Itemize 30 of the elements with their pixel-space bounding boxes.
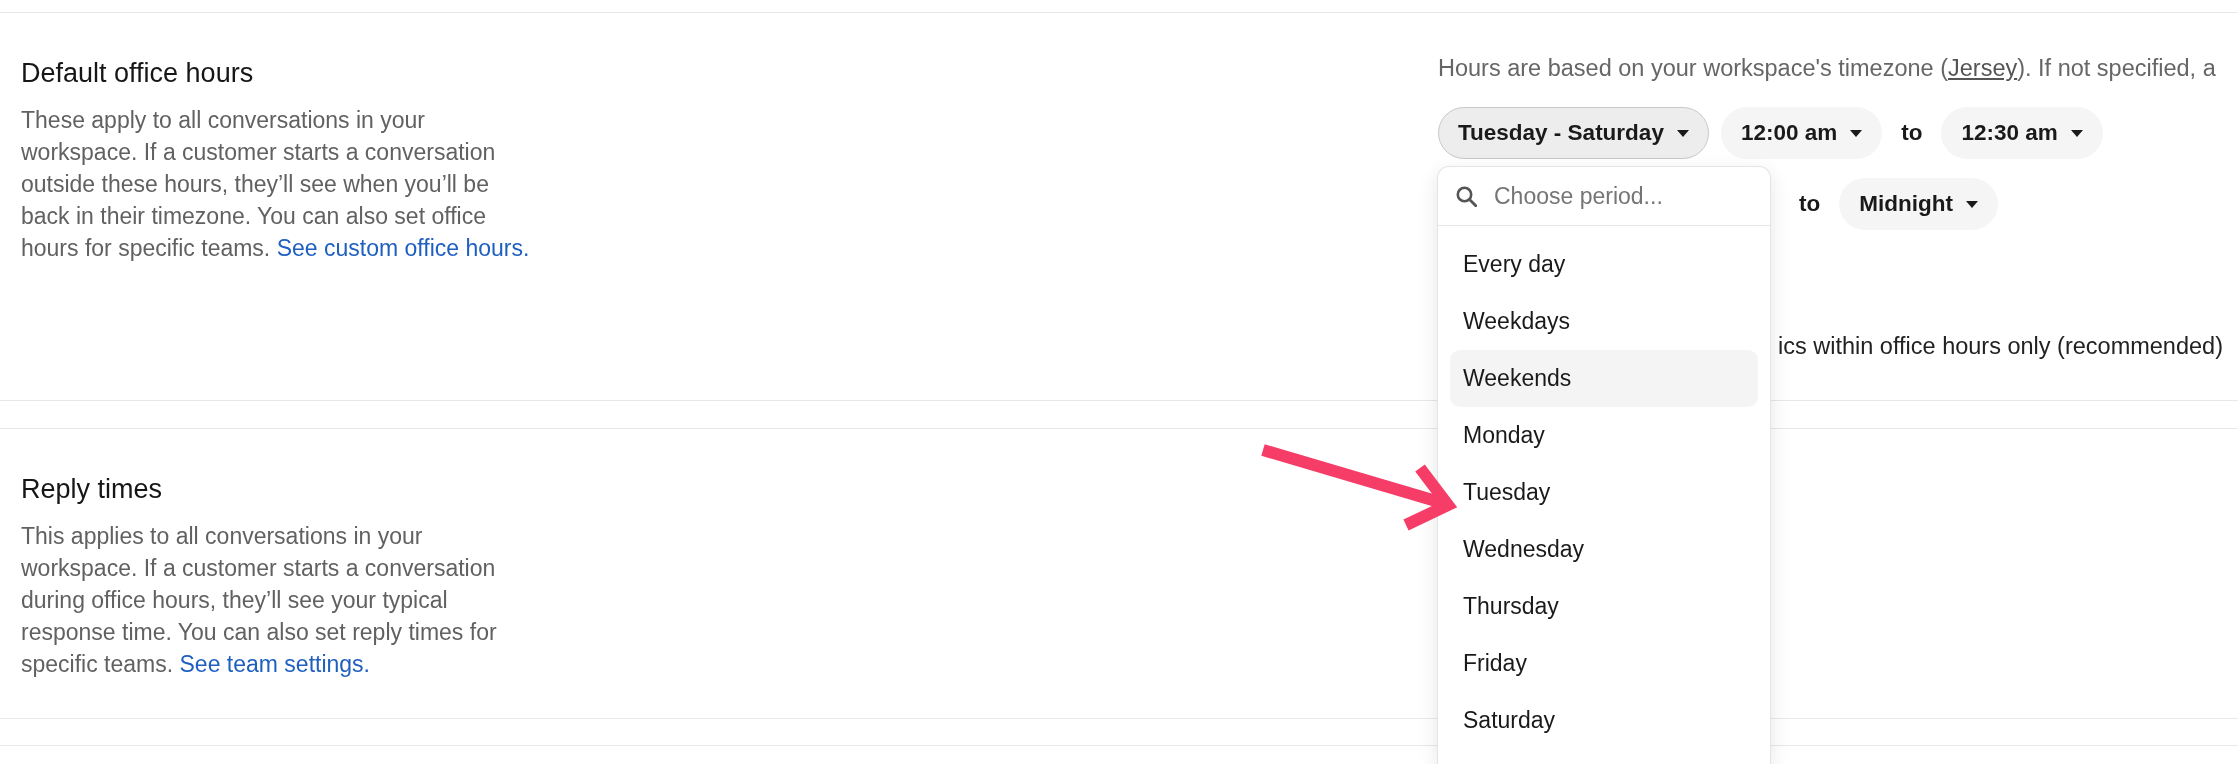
menu-item[interactable]: Monday [1450, 407, 1758, 464]
section-description: These apply to all conversations in your workspace. If a customer starts a conversation outside these hours, they’ll see when you’ll be back in their timezone. You can also set office hours for specific teams. See custom office hours. [21, 106, 531, 263]
caret-icon [2070, 129, 2083, 137]
period-dropdown[interactable]: Tuesday - Saturday [1438, 107, 1709, 159]
menu-item[interactable]: Weekdays [1450, 293, 1758, 350]
settings-link[interactable]: See custom office hours. [276, 235, 530, 261]
section-title: Reply times [21, 473, 163, 505]
menu-item[interactable]: Every day [1450, 236, 1758, 293]
caret-icon [1850, 129, 1863, 137]
range-label: to [1901, 120, 1923, 146]
menu-item[interactable]: Thursday [1450, 578, 1758, 635]
menu-item[interactable]: Wednesday [1450, 521, 1758, 578]
time-dropdown[interactable]: 12:00 am [1720, 107, 1883, 159]
menu-item[interactable]: Tuesday [1450, 464, 1758, 521]
checkbox-label: ics within office hours only (recommended) [1778, 332, 2223, 361]
menu-item[interactable]: Saturday [1450, 692, 1758, 749]
section-title: Default office hours [21, 57, 254, 89]
time-dropdown[interactable]: Midnight [1839, 178, 1998, 230]
section-description: This applies to all conversations in your workspace. If a customer starts a conversation during office hours, they’ll see your typical response time. You can also set reply times for specific teams. See team settings. [21, 522, 498, 679]
timezone-link[interactable]: Jersey [1948, 55, 2018, 81]
search-field[interactable]: Choose period... [1494, 181, 1752, 211]
timezone-note: Hours are based on your workspace's timezone (Jersey). If not specified, a [1438, 54, 2216, 83]
caret-icon [1965, 200, 1978, 208]
menu-item[interactable]: Friday [1450, 635, 1758, 692]
menu-item[interactable]: Weekends [1450, 350, 1758, 407]
settings-link[interactable]: See team settings. [179, 651, 370, 677]
caret-icon [1676, 129, 1689, 137]
time-dropdown[interactable]: 12:30 am [1941, 107, 2103, 159]
range-label: to [1799, 191, 1821, 217]
search-icon [1456, 185, 1477, 207]
